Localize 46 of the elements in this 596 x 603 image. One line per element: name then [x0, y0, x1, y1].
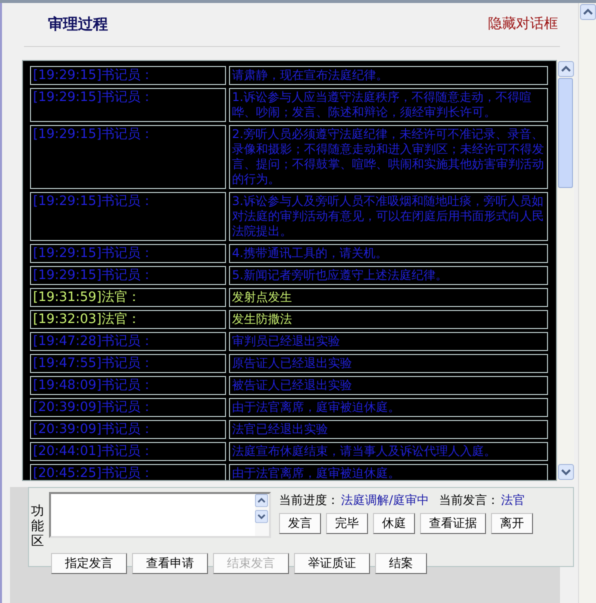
message-cell: 1.诉讼参与人应当遵守法庭秩序，不得随意走动，不得喧哗、吵闹；发言、陈述和辩论，须经审判长许可。 — [229, 88, 548, 122]
speaker-time-cell: [19:29:15]书记员： — [30, 88, 226, 122]
speaker-time-cell: [19:29:15]书记员： — [30, 266, 226, 285]
message-cell: 4.携带通讯工具的，请关机。 — [229, 244, 548, 263]
message-cell: 发射点发生 — [229, 288, 548, 307]
speaker-time-cell: [20:39:09]书记员： — [30, 420, 226, 439]
action-button[interactable]: 查看申请 — [132, 552, 208, 574]
message-cell: 5.新闻记者旁听也应遵守上述法庭纪律。 — [229, 266, 548, 285]
speaker-label: 当前发言： — [439, 492, 500, 509]
speaker-time-cell: [20:45:25]书记员： — [30, 464, 226, 480]
speaker-time-cell: [19:47:28]书记员： — [30, 332, 226, 351]
action-button[interactable]: 指定发言 — [51, 552, 127, 574]
message-cell: 发生防撒法 — [229, 310, 548, 329]
progress-label: 当前进度： — [279, 492, 339, 509]
message-cell: 请肃静，现在宣布法庭纪律。 — [229, 66, 548, 85]
speaker-time-cell: [19:29:15]书记员： — [30, 244, 226, 263]
speaker-time-cell: [19:48:09]书记员： — [30, 376, 226, 395]
function-area-label: 功能区 — [31, 504, 45, 549]
hide-dialog-link[interactable]: 隐藏对话框 — [488, 15, 558, 34]
message-cell: 2.旁听人员必须遵守法庭纪律，未经许可不准记录、录音、录像和摄影；不得随意走动和进入审判区；未经许可不得发言、提问；不得鼓掌、喧哗、哄闹和实施其他妨害审判活动的行为。 — [229, 124, 548, 189]
message-cell: 法庭宣布休庭结束，请当事人及诉讼代理人入庭。 — [229, 442, 548, 461]
message-cell: 由于法官离席，庭审被迫休庭。 — [229, 398, 548, 417]
message-cell: 审判员已经退出实验 — [229, 332, 548, 351]
message-cell: 原告证人已经退出实验 — [229, 354, 548, 373]
speaker-time-cell: [19:31:59]法官： — [30, 288, 226, 307]
message-cell: 被告证人已经退出实验 — [229, 376, 548, 395]
speaker-time-cell: [19:32:03]法官： — [30, 310, 226, 329]
message-cell: 法官已经退出实验 — [229, 420, 548, 439]
speaker-time-cell: [19:29:15]书记员： — [30, 66, 226, 85]
section-title: 审理过程 — [48, 14, 108, 34]
speaker-value: 法官 — [501, 492, 526, 509]
speaker-time-cell: [20:39:09]书记员： — [30, 398, 226, 417]
speaker-time-cell: [20:44:01]书记员： — [30, 442, 226, 461]
action-button[interactable]: 休庭 — [373, 512, 415, 534]
action-button[interactable]: 查看证据 — [420, 512, 486, 534]
action-button[interactable]: 发言 — [279, 512, 321, 534]
message-cell: 由于法官离席，庭审被迫休庭。 — [229, 464, 548, 480]
action-button[interactable]: 完毕 — [326, 512, 368, 534]
message-cell: 3.诉讼参与人及旁听人员不准吸烟和随地吐痰，旁听人员如对法庭的审判活动有意见，可以在闭庭后用书面形式向人民法院提出。 — [229, 192, 548, 241]
action-button[interactable]: 结案 — [375, 552, 427, 574]
progress-value: 法庭调解/庭审中 — [341, 492, 430, 509]
speaker-time-cell: [19:47:55]书记员： — [30, 354, 226, 373]
action-button[interactable]: 举证质证 — [294, 552, 370, 574]
action-button[interactable]: 离开 — [491, 512, 533, 534]
speaker-time-cell: [19:29:15]书记员： — [30, 192, 226, 241]
speaker-time-cell: [19:29:15]书记员： — [30, 124, 226, 189]
